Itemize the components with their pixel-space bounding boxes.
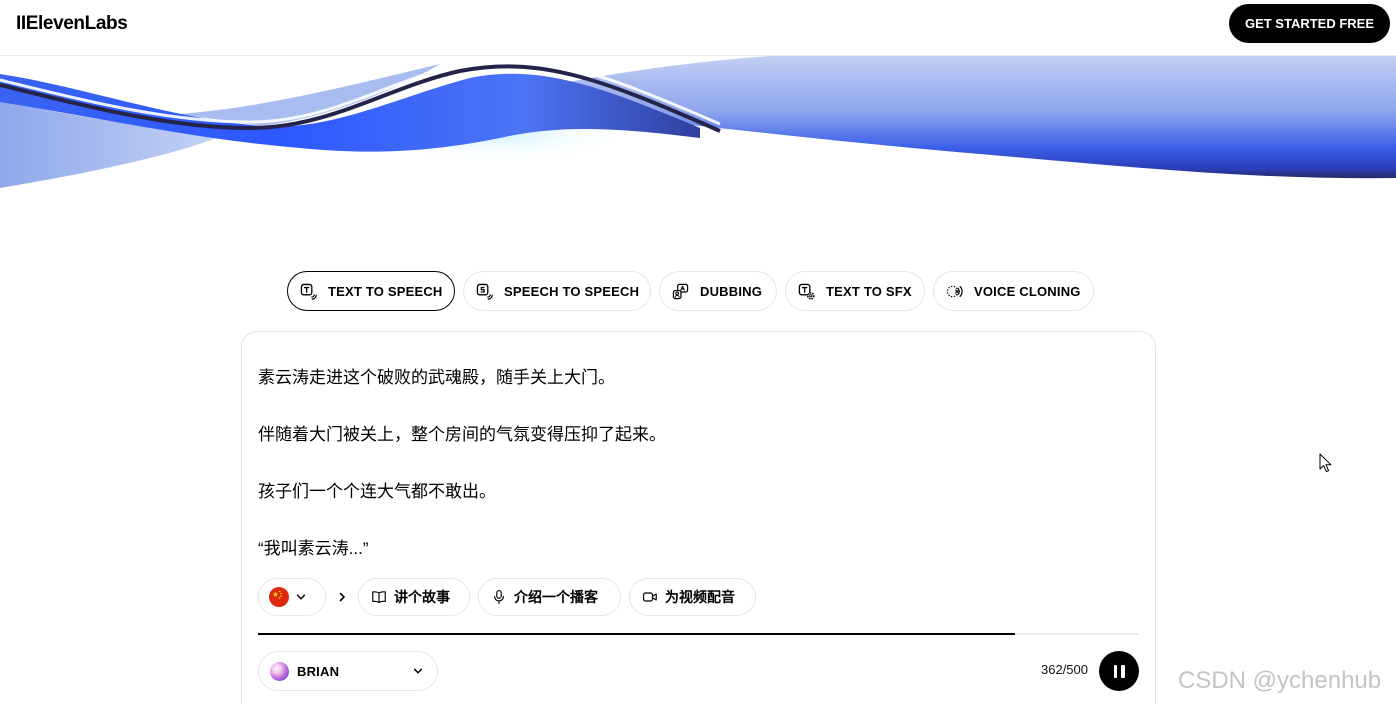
playback-progress-bar[interactable]: [258, 633, 1138, 635]
china-flag-icon: [269, 587, 289, 607]
microphone-icon: [491, 589, 507, 605]
tab-label: TEXT TO SPEECH: [328, 283, 443, 299]
elevenlabs-logo[interactable]: IIElevenLabs: [16, 13, 128, 35]
character-count: 362/500: [1041, 662, 1088, 677]
suggestion-podcast-button[interactable]: 介绍一个播客: [478, 578, 621, 616]
voice-selector[interactable]: BRIAN: [258, 651, 438, 691]
text-paragraph: 伴随着大门被关上，整个房间的气氛变得压抑了起来。: [258, 425, 666, 444]
dubbing-icon: [672, 283, 689, 300]
tab-text-to-speech[interactable]: TEXT TO SPEECH: [287, 271, 455, 311]
product-tabs: TEXT TO SPEECH SPEECH TO SPEECH DUBBING …: [287, 271, 1094, 311]
suggestion-label: 介绍一个播客: [514, 589, 598, 605]
suggestion-label: 为视频配音: [665, 589, 735, 605]
tab-text-to-sfx[interactable]: TEXT TO SFX: [785, 271, 925, 311]
tab-label: SPEECH TO SPEECH: [504, 283, 640, 299]
text-to-speech-card: 素云涛走进这个破败的武魂殿，随手关上大门。 伴随着大门被关上，整个房间的气氛变得…: [241, 331, 1156, 704]
watermark-text: CSDN @ychenhub: [1178, 667, 1382, 694]
text-to-speech-icon: [300, 283, 317, 300]
pause-icon: [1113, 664, 1117, 678]
chevron-right-icon[interactable]: [334, 589, 350, 605]
page: IIElevenLabs GET STARTED FREE TEXT TO SP…: [0, 0, 1396, 704]
suggestion-video-dub-button[interactable]: 为视频配音: [629, 578, 756, 616]
playback-progress-fill: [258, 633, 1015, 635]
tab-speech-to-speech[interactable]: SPEECH TO SPEECH: [463, 271, 651, 311]
tab-label: VOICE CLONING: [974, 283, 1081, 299]
pause-icon: [1121, 664, 1125, 678]
get-started-free-button[interactable]: GET STARTED FREE: [1229, 4, 1390, 43]
language-selector[interactable]: [258, 578, 326, 616]
top-header: IIElevenLabs GET STARTED FREE: [0, 0, 1396, 56]
pause-button[interactable]: [1099, 651, 1139, 691]
tab-voice-cloning[interactable]: VOICE CLONING: [933, 271, 1094, 311]
suggestion-tell-story-button[interactable]: 讲个故事: [358, 578, 470, 616]
chevron-down-icon: [412, 665, 424, 677]
tab-dubbing[interactable]: DUBBING: [659, 271, 777, 311]
tab-label: TEXT TO SFX: [826, 283, 912, 299]
tab-label: DUBBING: [700, 283, 763, 299]
voice-avatar-icon: [270, 661, 289, 681]
mouse-cursor-icon: [1319, 453, 1332, 473]
chevron-down-icon: [295, 591, 307, 603]
voice-cloning-icon: [946, 283, 963, 300]
text-input-area[interactable]: 素云涛走进这个破败的武魂殿，随手关上大门。 伴随着大门被关上，整个房间的气氛变得…: [258, 366, 1138, 594]
book-icon: [371, 589, 387, 605]
video-icon: [642, 589, 658, 605]
suggestion-chips: 讲个故事 介绍一个播客 为视频配音: [258, 578, 756, 616]
text-paragraph: 孩子们一个个连大气都不敢出。: [258, 482, 496, 501]
text-paragraph: “我叫素云涛...”: [258, 539, 369, 558]
voice-name: BRIAN: [297, 663, 340, 679]
text-paragraph: 素云涛走进这个破败的武魂殿，随手关上大门。: [258, 368, 615, 387]
suggestion-label: 讲个故事: [394, 589, 450, 605]
speech-to-speech-icon: [476, 283, 493, 300]
text-to-sfx-icon: [798, 283, 815, 300]
hero-wave-banner: [0, 56, 1396, 188]
